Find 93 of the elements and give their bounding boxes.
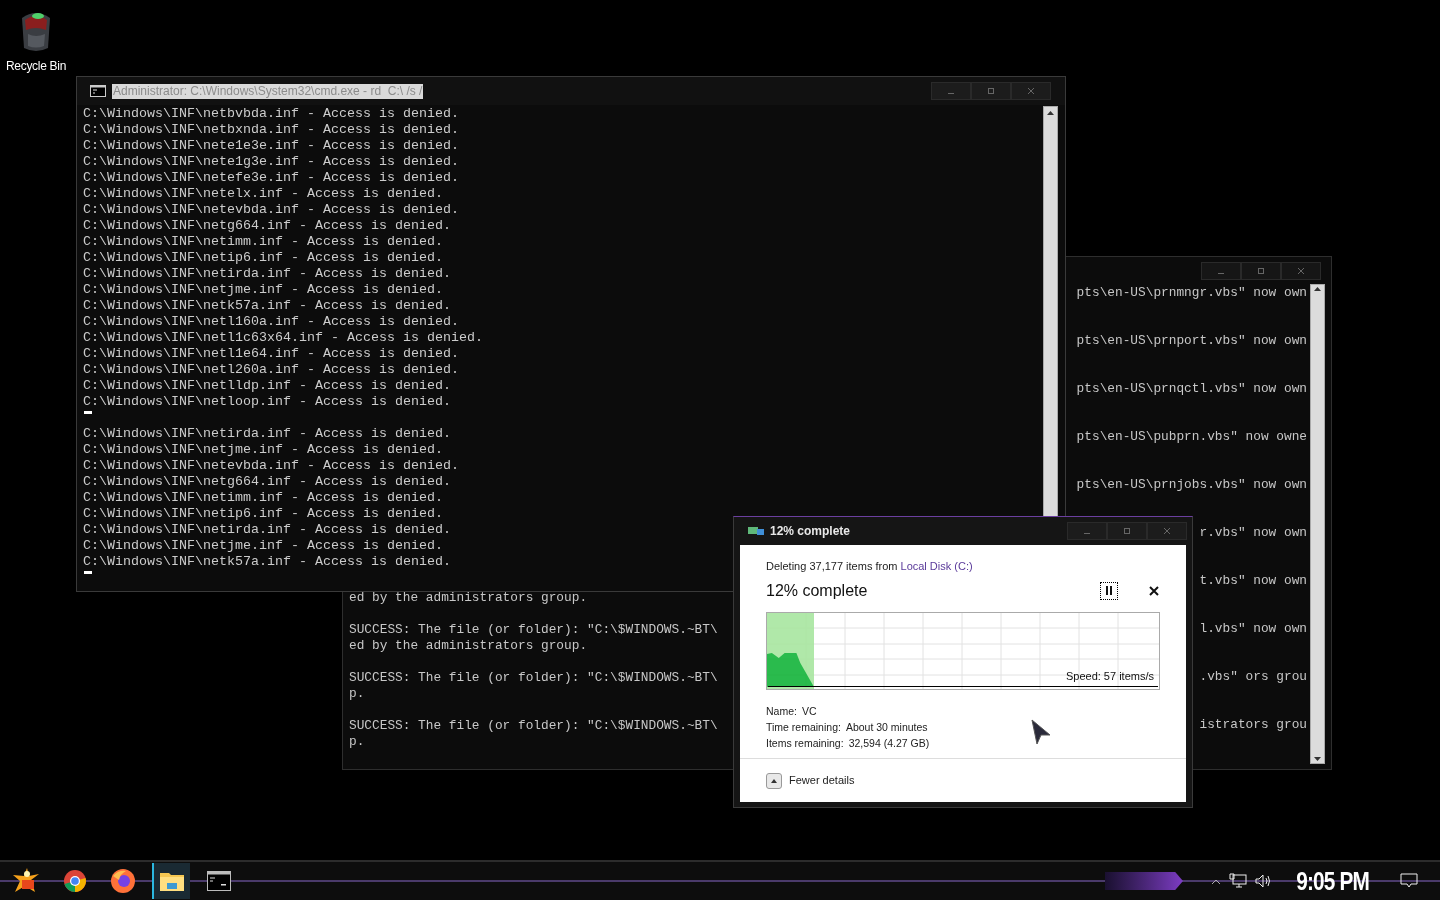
console-line: p. (349, 734, 366, 750)
fewer-details-button[interactable]: Fewer details (766, 772, 855, 789)
console-line: p. (349, 686, 366, 702)
cursor-icon (1031, 719, 1051, 745)
console-line: C:\Windows\INF\netl1e64.inf - Access is denied. (83, 346, 459, 362)
console-line: C:\Windows\INF\netlldp.inf - Access is denied. (83, 378, 451, 394)
console-line: C:\Windows\INF\netjme.inf - Access is denied. (83, 442, 443, 458)
title-bar[interactable]: 12% complete (734, 517, 1192, 545)
desktop-icon-label: Recycle Bin (5, 58, 67, 75)
console-icon (90, 85, 106, 97)
close-icon (1163, 527, 1171, 535)
console-line: C:\Windows\INF\netjme.inf - Access is denied. (83, 538, 443, 554)
console-line: C:\Windows\INF\netbvbda.inf - Access is denied. (83, 106, 459, 122)
taskbar-button[interactable] (152, 863, 190, 899)
detail-value: VC (801, 703, 817, 719)
console-line: SUCCESS: The file (or folder): "C:\$WINDOWS.~BT\ (349, 622, 718, 638)
console-line: SUCCESS: The file (or folder): "C:\$WINDOWS.~BT\ (349, 670, 718, 686)
console-line: C:\Windows\INF\netimm.inf - Access is denied. (83, 490, 443, 506)
volume-icon[interactable] (1254, 873, 1273, 889)
maximize-icon (1257, 267, 1265, 275)
maximize-button[interactable] (1107, 522, 1147, 540)
console-line: C:\Windows\INF\netefe3e.inf - Access is denied. (83, 170, 459, 186)
text-cursor (84, 571, 92, 574)
console-line: l.vbs" now own (1199, 621, 1307, 637)
console-line: C:\Windows\INF\netloop.inf - Access is denied. (83, 394, 451, 410)
console-line: C:\Windows\INF\netimm.inf - Access is denied. (83, 234, 443, 250)
text-cursor (84, 411, 92, 414)
window-title: Administrator: C:\Windows\System32\cmd.exe - rd C:\ /s / (112, 83, 424, 99)
console-line: C:\Windows\INF\netirda.inf - Access is denied. (83, 522, 451, 538)
scroll-up-icon[interactable] (1046, 109, 1055, 118)
close-icon (1027, 87, 1035, 95)
console-line: C:\Windows\INF\nete1g3e.inf - Access is denied. (83, 154, 459, 170)
scroll-up-icon[interactable] (1313, 285, 1322, 294)
source-link[interactable]: Local Disk (C:) (900, 560, 973, 572)
detail-label: Name: (766, 703, 797, 719)
detail-value: 32,594 (4.27 GB) (848, 735, 930, 751)
console-line: C:\Windows\INF\netg664.inf - Access is denied. (83, 218, 451, 234)
console-line: C:\Windows\INF\netk57a.inf - Access is denied. (83, 554, 451, 570)
console-line: ed by the administrators group. (349, 638, 589, 654)
console-line: r.vbs" now own (1199, 525, 1307, 541)
console-line: C:\Windows\INF\netg664.inf - Access is denied. (83, 474, 451, 490)
console-line: istrators grou (1199, 717, 1307, 733)
console-line: t.vbs" now own (1199, 573, 1307, 589)
console-line: C:\Windows\INF\netirda.inf - Access is denied. (83, 266, 451, 282)
maximize-icon (1123, 527, 1131, 535)
start-logo-icon (13, 868, 41, 894)
chrome-icon (63, 869, 87, 893)
console-line: C:\Windows\INF\nete1e3e.inf - Access is denied. (83, 138, 459, 154)
delete-progress-icon (748, 525, 764, 537)
scrollbar[interactable] (1310, 284, 1325, 764)
console-line: C:\Windows\INF\netjme.inf - Access is denied. (83, 282, 443, 298)
console-line: C:\Windows\INF\netelx.inf - Access is denied. (83, 186, 443, 202)
terminal-icon (207, 871, 231, 891)
close-icon (1149, 585, 1159, 596)
speed-label: Speed: 57 items/s (1065, 669, 1154, 684)
clock[interactable]: 9:05 PM (1295, 866, 1369, 896)
console-line: pts\en-US\pubprn.vbs" now owne (1076, 429, 1307, 445)
cancel-button[interactable] (1148, 584, 1160, 597)
console-line: .vbs" ors grou (1199, 669, 1307, 685)
console-line: pts\en-US\prnjobs.vbs" now own (1076, 477, 1307, 493)
console-line: ed by the administrators group. (349, 590, 589, 606)
console-line: C:\Windows\INF\netl160a.inf - Access is denied. (83, 314, 459, 330)
detail-value: About 30 minutes (845, 719, 928, 735)
caret-up-icon[interactable] (1210, 877, 1221, 885)
console-line: C:\Windows\INF\netbxnda.inf - Access is denied. (83, 122, 459, 138)
window-title: 12% complete (770, 523, 851, 540)
progress-heading: 12% complete (766, 580, 868, 601)
scroll-down-icon[interactable] (1313, 754, 1322, 763)
detail-label: Items remaining: (766, 735, 844, 751)
detail-label: Time remaining: (766, 719, 841, 735)
collapse-icon (766, 772, 782, 789)
pause-button[interactable] (1100, 581, 1118, 600)
console-line: C:\Windows\INF\netip6.inf - Access is denied. (83, 506, 443, 522)
console-line: pts\en-US\prnmngr.vbs" now own (1076, 285, 1307, 301)
console-line: SUCCESS: The file (or folder): "C:\$WINDOWS.~BT\ (349, 718, 718, 734)
maximize-icon (987, 87, 995, 95)
maximize-button[interactable] (971, 82, 1011, 100)
console-line: C:\Windows\INF\netk57a.inf - Access is denied. (83, 298, 451, 314)
console-line: C:\Windows\INF\netip6.inf - Access is denied. (83, 250, 443, 266)
console-line: C:\Windows\INF\netirda.inf - Access is denied. (83, 426, 451, 442)
console-line: pts\en-US\prnqctl.vbs" now own (1076, 381, 1307, 397)
deletion-summary: Deleting 37,177 items from Local Disk (C:) (766, 559, 974, 574)
maximize-button[interactable] (1241, 262, 1281, 280)
console-line: C:\Windows\INF\netevbda.inf - Access is denied. (83, 202, 459, 218)
firefox-icon (110, 868, 136, 894)
console-line: C:\Windows\INF\netl1c63x64.inf - Access is denied. (83, 330, 483, 346)
console-line: C:\Windows\INF\netl260a.inf - Access is denied. (83, 362, 459, 378)
network-icon[interactable] (1228, 873, 1247, 889)
notification-icon[interactable] (1400, 873, 1418, 889)
pause-icon (1105, 586, 1113, 595)
console-line: pts\en-US\prnport.vbs" now own (1076, 333, 1307, 349)
console-line: C:\Windows\INF\netevbda.inf - Access is denied. (83, 458, 459, 474)
close-icon (1297, 267, 1305, 275)
